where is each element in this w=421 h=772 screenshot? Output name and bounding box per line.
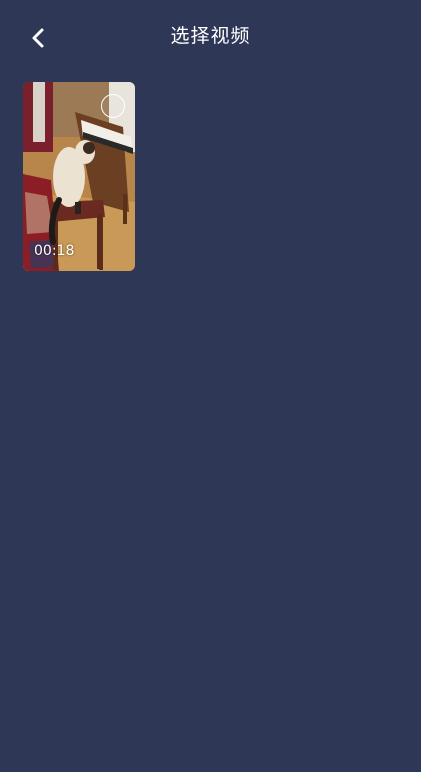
select-checkbox[interactable] [101,94,125,118]
top-bar: 选择视频 [0,0,421,74]
video-grid: 00:18 [23,82,135,271]
video-item[interactable]: 00:18 [23,82,135,271]
page-title: 选择视频 [170,25,251,47]
video-duration: 00:18 [34,243,75,259]
